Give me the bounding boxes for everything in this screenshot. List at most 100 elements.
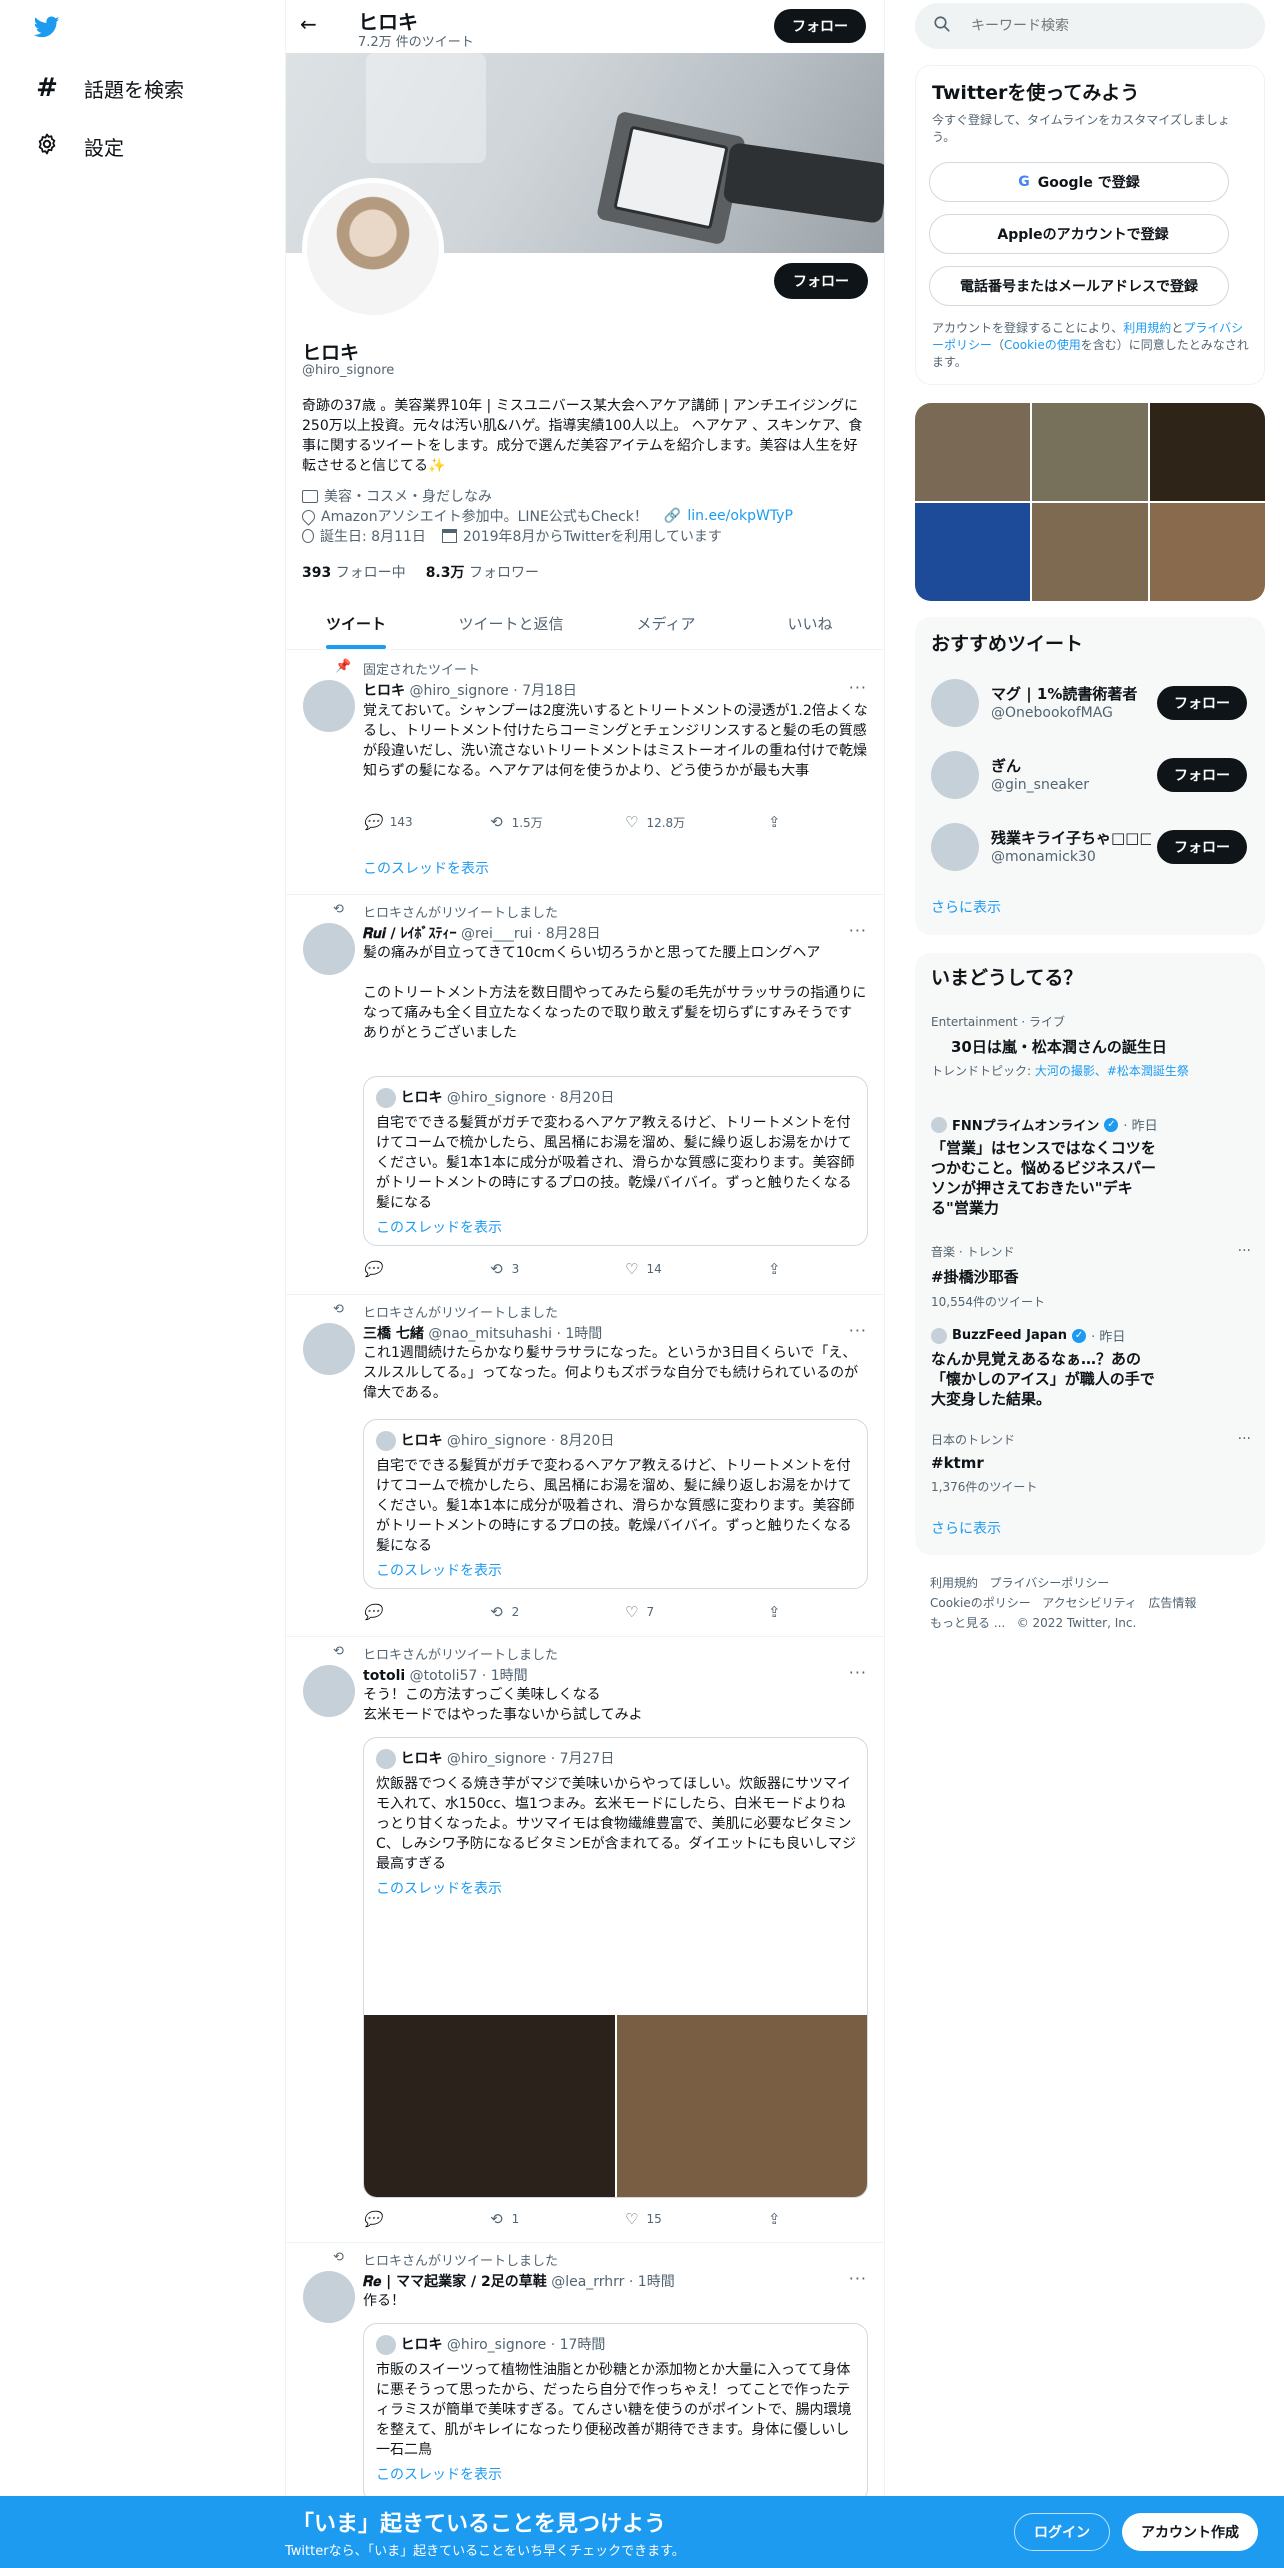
footer-cookie[interactable]: Cookieのポリシー <box>930 1596 1031 1610</box>
signup-button[interactable]: アカウント作成 <box>1122 2513 1258 2551</box>
footer-more[interactable]: もっと見る ... <box>930 1616 1005 1630</box>
recommended-user[interactable]: 残業キライ子ちゃ□□□□ @monamick30 フォロー <box>931 821 1251 877</box>
show-thread-link[interactable]: このスレッドを表示 <box>376 2464 502 2484</box>
tweet-author-name[interactable]: 𝑹𝒆 | ママ起業家 / 2足の草鞋 <box>363 2274 547 2290</box>
media-thumbnail[interactable] <box>915 403 1030 501</box>
cookie-link[interactable]: Cookieの使用 <box>1004 338 1081 352</box>
quoted-media-image-1[interactable] <box>364 2015 615 2197</box>
news-item[interactable]: BuzzFeed Japan ✓ · 昨日 なんか見覚えあるなぁ…？あの「懐かし… <box>931 1326 1251 1416</box>
nav-explore[interactable]: # 話題を検索 <box>32 70 184 106</box>
avatar[interactable] <box>303 2271 355 2323</box>
show-more-link[interactable]: さらに表示 <box>931 1518 1001 1538</box>
tweet-author-name[interactable]: totoli <box>363 1668 405 1684</box>
retweet-button[interactable]: ⟲ 1.5万 <box>491 813 543 831</box>
quoted-tweet[interactable]: ヒロキ @hiro_signore · 8月20日 自宅でできる髪質がガチで変わ… <box>363 1076 868 1246</box>
reply-button[interactable]: 💬 <box>363 1603 390 1621</box>
tweet-pinned[interactable]: 📌 固定されたツイート ヒロキ @hiro_signore · 7月18日 ··… <box>285 650 885 895</box>
search-input[interactable] <box>971 13 1241 39</box>
more-options-icon[interactable]: ··· <box>1238 1431 1251 1447</box>
tweet-time[interactable]: · 7月18日 <box>513 683 577 699</box>
avatar[interactable] <box>303 680 355 732</box>
share-button[interactable]: ⇪ <box>768 1603 781 1621</box>
like-button[interactable]: ♡ 15 <box>625 2210 662 2228</box>
apple-signup-button[interactable]: Appleのアカウントで登録 <box>929 214 1229 254</box>
followers-link[interactable]: 8.3万 フォロワー <box>426 562 539 582</box>
profile-url[interactable]: lin.ee/okpWTyP <box>687 508 793 524</box>
footer-terms[interactable]: 利用規約 <box>930 1576 978 1590</box>
avatar[interactable] <box>303 1665 355 1717</box>
tweet-retweet-2[interactable]: ⟲ ヒロキさんがリツイートしました 三橋 七緒 @nao_mitsuhashi … <box>285 1295 885 1637</box>
trend-item[interactable]: 日本のトレンド #ktmr 1,376件のツイート ··· <box>931 1431 1251 1501</box>
more-options-icon[interactable]: ··· <box>849 921 867 940</box>
share-button[interactable]: ⇪ <box>768 813 781 831</box>
tweet-time[interactable]: · 1時間 <box>629 2274 675 2290</box>
quoted-media-image-2[interactable] <box>617 2015 867 2197</box>
tab-tweets-replies[interactable]: ツイートと返信 <box>426 597 596 649</box>
media-thumbnail[interactable] <box>1150 503 1265 601</box>
reply-button[interactable]: 💬 <box>363 1260 390 1278</box>
quoted-tweet[interactable]: ヒロキ @hiro_signore · 7月27日 炊飯器でつくる焼き芋がマジで… <box>363 1737 868 2198</box>
trend-topic-links[interactable]: 大河の撮影、#松本潤誕生祭 <box>1035 1064 1189 1078</box>
follow-button[interactable]: フォロー <box>1157 686 1247 720</box>
quoted-tweet[interactable]: ヒロキ @hiro_signore · 17時間 市販のスイーツって植物性油脂と… <box>363 2323 868 2503</box>
trend-item[interactable]: Entertainment · ライブ 30日は嵐・松本潤さんの誕生日 トレンド… <box>931 1013 1251 1108</box>
trend-item[interactable]: 音楽 · トレンド #掛橋沙耶香 10,554件のツイート ··· <box>931 1243 1251 1313</box>
like-button[interactable]: ♡ 14 <box>625 1260 662 1278</box>
twitter-logo-icon[interactable] <box>32 14 62 40</box>
more-options-icon[interactable]: ··· <box>849 2269 867 2288</box>
google-signup-button[interactable]: G Google で登録 <box>929 162 1229 202</box>
show-thread-link[interactable]: このスレッドを表示 <box>376 1878 502 1898</box>
more-options-icon[interactable]: ··· <box>849 1663 867 1682</box>
retweet-button[interactable]: ⟲ 1 <box>491 2210 519 2228</box>
follow-button[interactable]: フォロー <box>1157 758 1247 792</box>
retweet-button[interactable]: ⟲ 3 <box>491 1260 519 1278</box>
terms-link[interactable]: 利用規約 <box>1123 321 1171 335</box>
media-thumbnail[interactable] <box>1150 403 1265 501</box>
more-options-icon[interactable]: ··· <box>849 678 867 697</box>
show-thread-link[interactable]: このスレッドを表示 <box>376 1560 502 1580</box>
media-thumbnail[interactable] <box>1032 503 1148 601</box>
tweet-retweet-1[interactable]: ⟲ ヒロキさんがリツイートしました 𝑹𝒖𝒊 / ﾚｲﾎﾞｽﾃｨｰ @rei___… <box>285 895 885 1295</box>
footer-ads[interactable]: 広告情報 <box>1148 1596 1196 1610</box>
login-button[interactable]: ログイン <box>1014 2513 1110 2551</box>
show-thread-link[interactable]: このスレッドを表示 <box>363 858 489 878</box>
tab-tweets[interactable]: ツイート <box>286 597 426 649</box>
tweet-time[interactable]: · 8月28日 <box>537 926 601 942</box>
media-thumbnail[interactable] <box>915 503 1030 601</box>
tab-media[interactable]: メディア <box>596 597 736 649</box>
quoted-tweet[interactable]: ヒロキ @hiro_signore · 8月20日 自宅でできる髪質がガチで変わ… <box>363 1419 868 1589</box>
follow-button[interactable]: フォロー <box>1157 830 1247 864</box>
tweet-author-name[interactable]: 𝑹𝒖𝒊 / ﾚｲﾎﾞｽﾃｨｰ <box>363 926 456 942</box>
profile-follow-button[interactable]: フォロー <box>774 263 868 299</box>
phone-signup-button[interactable]: 電話番号またはメールアドレスで登録 <box>929 266 1229 306</box>
share-button[interactable]: ⇪ <box>768 2210 781 2228</box>
media-thumbnail[interactable] <box>1032 403 1148 501</box>
show-more-link[interactable]: さらに表示 <box>931 897 1001 917</box>
more-options-icon[interactable]: ··· <box>1238 1243 1251 1259</box>
tweet-author-name[interactable]: ヒロキ <box>363 683 405 699</box>
recommended-user[interactable]: ぎん @gin_sneaker フォロー <box>931 749 1251 805</box>
share-button[interactable]: ⇪ <box>768 1260 781 1278</box>
news-item[interactable]: FNNプライムオンライン ✓ · 昨日 「営業」はセンスではなくコツをつかむこと… <box>931 1115 1251 1230</box>
like-button[interactable]: ♡ 7 <box>625 1603 654 1621</box>
search-box[interactable] <box>915 3 1265 49</box>
tab-likes[interactable]: いいね <box>736 597 884 649</box>
avatar[interactable] <box>303 1323 355 1375</box>
recommended-user[interactable]: マグ | 1%読書術著者 @OnebookofMAG フォロー <box>931 677 1251 733</box>
like-button[interactable]: ♡ 12.8万 <box>625 813 685 831</box>
tweet-time[interactable]: · 1時間 <box>482 1668 528 1684</box>
avatar[interactable] <box>303 923 355 975</box>
tweet-author-name[interactable]: 三橋 七緒 <box>363 1326 424 1342</box>
nav-settings[interactable]: 設定 <box>32 128 124 164</box>
tweet-retweet-4[interactable]: ⟲ ヒロキさんがリツイートしました 𝑹𝒆 | ママ起業家 / 2足の草鞋 @le… <box>285 2243 885 2503</box>
profile-avatar[interactable] <box>302 178 444 320</box>
reply-button[interactable]: 💬 <box>363 2210 390 2228</box>
footer-accessibility[interactable]: アクセシビリティ <box>1042 1596 1137 1610</box>
footer-privacy[interactable]: プライバシーポリシー <box>989 1576 1109 1590</box>
retweet-button[interactable]: ⟲ 2 <box>491 1603 519 1621</box>
tweet-time[interactable]: · 1時間 <box>557 1326 603 1342</box>
following-link[interactable]: 393 フォロー中 <box>302 562 406 582</box>
reply-button[interactable]: 💬 143 <box>363 813 413 831</box>
show-thread-link[interactable]: このスレッドを表示 <box>376 1217 502 1237</box>
more-options-icon[interactable]: ··· <box>849 1321 867 1340</box>
